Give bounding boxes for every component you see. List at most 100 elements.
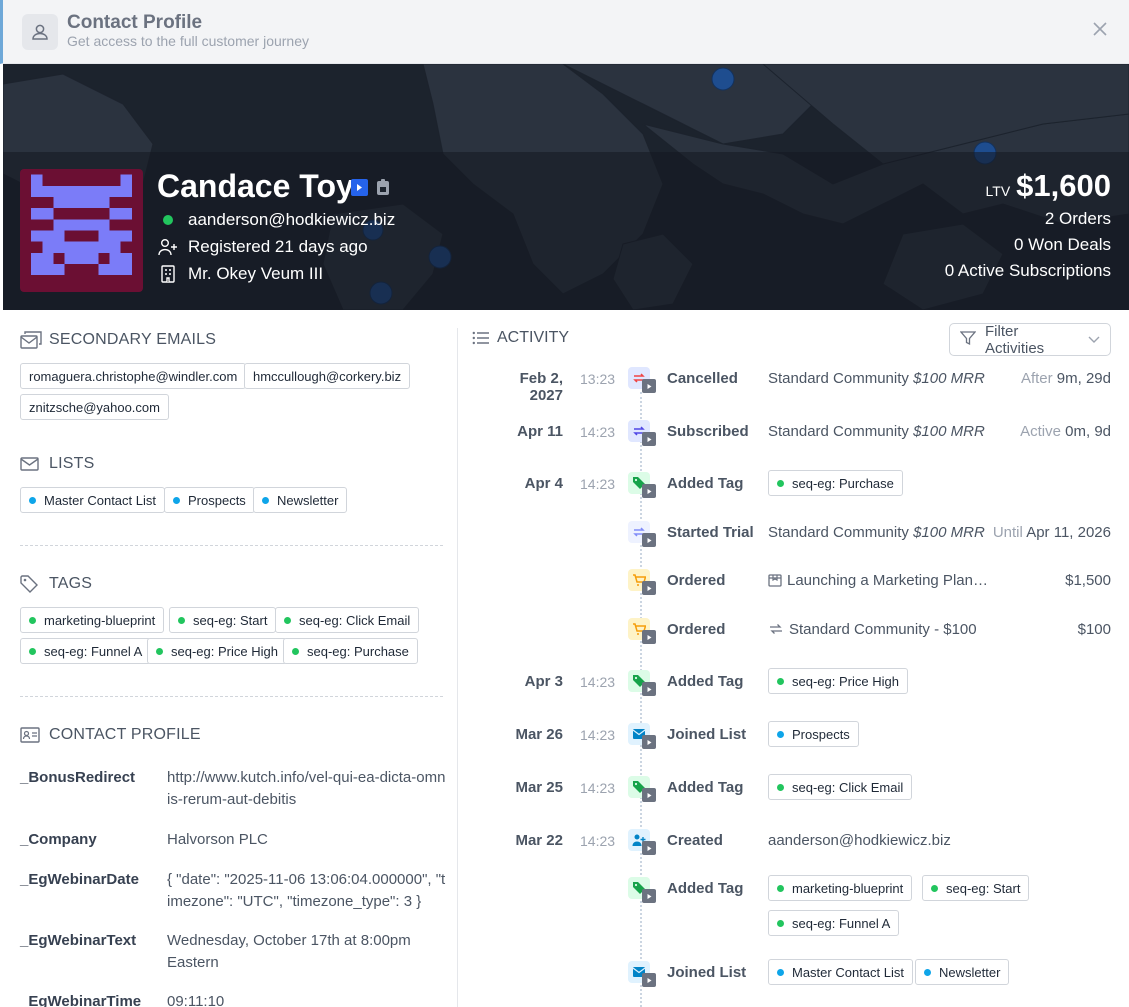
filter-activities-button[interactable]: Filter Activities (949, 323, 1111, 357)
activity-mrr: $100 MRR (913, 370, 985, 387)
contact-email[interactable]: aanderson@hodkiewicz.biz (188, 210, 395, 230)
filter-icon (959, 330, 977, 350)
tag-chip[interactable]: seq-eg: Price High (147, 638, 287, 664)
list-chip[interactable]: Master Contact List (768, 959, 913, 985)
activity-date: Apr 3 (524, 673, 563, 690)
activity-type-icon (628, 829, 656, 857)
section-divider (20, 545, 443, 546)
tag-chip[interactable]: seq-eg: Purchase (768, 470, 903, 496)
company-contact-name: Mr. Okey Veum III (188, 264, 324, 283)
activity-time: 14:23 (580, 476, 616, 492)
activity-type: Added Tag (667, 673, 744, 690)
tags-heading: TAGS (20, 575, 92, 593)
id-card-icon (20, 727, 42, 743)
lock-badge-icon[interactable] (376, 179, 390, 201)
list-chip[interactable]: Newsletter (253, 487, 348, 513)
tag-chip[interactable]: seq-eg: Click Email (275, 607, 420, 633)
profile-field-key: _Company (20, 831, 97, 848)
contact-details-column: SECONDARY EMAILS romaguera.christophe@wi… (20, 310, 445, 1007)
activity-type: Created (667, 832, 723, 849)
activity-type-icon (628, 723, 656, 751)
tag-chip[interactable]: seq-eg: Price High (768, 668, 908, 694)
play-badge-icon (642, 735, 656, 749)
activity-meta: Until Apr 11, 2026 (992, 524, 1111, 541)
activity-meta: Active 0m, 9d (1020, 423, 1111, 440)
activity-meta: $1,500 (1065, 572, 1111, 589)
tag-chip[interactable]: seq-eg: Start (169, 607, 277, 633)
activity-time: 14:23 (580, 674, 616, 690)
play-badge-icon (642, 484, 656, 498)
profile-field-value: 09:11:10 (167, 993, 225, 1007)
activity-type-icon (628, 569, 656, 597)
activity-type: Added Tag (667, 779, 744, 796)
tag-chip[interactable]: seq-eg: Purchase (283, 638, 418, 664)
play-badge-icon (642, 432, 656, 446)
activity-mrr: $100 MRR (913, 524, 985, 541)
list-chip[interactable]: Master Contact List (20, 487, 165, 513)
mail-icon (20, 456, 42, 472)
column-divider (457, 328, 458, 1007)
profile-field-value: Wednesday, October 17th at 8:00pm Easter… (167, 932, 411, 971)
activity-time: 14:23 (580, 833, 616, 849)
activity-type-icon (628, 877, 656, 905)
secondary-email-chip[interactable]: hmccullough@corkery.biz (244, 363, 411, 389)
activity-time: 13:23 (580, 371, 616, 387)
contact-email-row: aanderson@hodkiewicz.biz (157, 210, 395, 230)
tag-chip[interactable]: seq-eg: Funnel A (20, 638, 152, 664)
play-badge-icon (642, 379, 656, 393)
activity-type-icon (628, 367, 656, 395)
activity-date: Apr 4 (524, 475, 563, 492)
play-badge-icon (642, 533, 656, 547)
activity-description[interactable]: aanderson@hodkiewicz.biz (768, 832, 951, 849)
activity-time: 14:23 (580, 780, 616, 796)
profile-field-key: _EgWebinarTime (20, 993, 142, 1007)
refresh-icon (768, 622, 784, 640)
tag-icon (20, 575, 42, 593)
activity-date: Apr 11 (517, 423, 563, 440)
contact-avatar (20, 169, 143, 292)
tag-chip[interactable]: seq-eg: Start (922, 875, 1030, 901)
secondary-email-chip[interactable]: znitzsche@yahoo.com (20, 394, 169, 420)
play-badge-icon[interactable] (351, 179, 368, 196)
tag-chip[interactable]: seq-eg: Click Email (768, 774, 913, 800)
registered-text: Registered 21 days ago (188, 237, 368, 256)
list-chip[interactable]: Newsletter (915, 959, 1010, 985)
activity-date: Feb 2, 2027 (519, 370, 563, 404)
activity-date: Mar 22 (515, 832, 563, 849)
profile-field-value: http://www.kutch.info/vel-qui-ea-dicta-o… (167, 769, 446, 808)
activity-description: Standard Community $100 MRR (768, 524, 985, 541)
package-icon (768, 573, 782, 591)
building-icon (157, 265, 179, 283)
secondary-email-chip[interactable]: romaguera.christophe@windler.com (20, 363, 247, 389)
online-status-icon (163, 215, 173, 225)
profile-field-value: Halvorson PLC (167, 831, 268, 848)
activity-type-icon (628, 521, 656, 549)
close-icon[interactable] (1091, 20, 1109, 38)
modal-subtitle: Get access to the full customer journey (67, 33, 309, 49)
tag-chip[interactable]: marketing-blueprint (768, 875, 913, 901)
list-chip[interactable]: Prospects (164, 487, 255, 513)
activity-mrr: $100 MRR (913, 423, 985, 440)
list-chip[interactable]: Prospects (768, 721, 859, 747)
activity-type-icon (628, 472, 656, 500)
activity-type: Joined List (667, 964, 747, 981)
company-contact-row: Mr. Okey Veum III (157, 264, 323, 284)
activity-meta: After 9m, 29d (1020, 370, 1111, 387)
profile-field-key: _BonusRedirect (20, 769, 136, 786)
activity-type-icon (628, 618, 656, 646)
activity-type: Ordered (667, 621, 726, 638)
play-badge-icon (642, 889, 656, 903)
contact-hero: Candace Toy aanderson@hodkiewicz.biz Reg… (3, 64, 1129, 310)
activity-type: Cancelled (667, 370, 738, 387)
tag-chip[interactable]: marketing-blueprint (20, 607, 165, 633)
secondary-emails-heading: SECONDARY EMAILS (20, 331, 216, 349)
play-badge-icon (642, 973, 656, 987)
user-plus-icon (157, 238, 179, 256)
activity-type: Ordered (667, 572, 726, 589)
play-badge-icon (642, 630, 656, 644)
tag-chip[interactable]: seq-eg: Funnel A (768, 910, 900, 936)
lists-heading: LISTS (20, 455, 94, 473)
play-badge-icon (642, 581, 656, 595)
activity-type: Subscribed (667, 423, 749, 440)
activity-meta: $100 (1077, 621, 1111, 638)
